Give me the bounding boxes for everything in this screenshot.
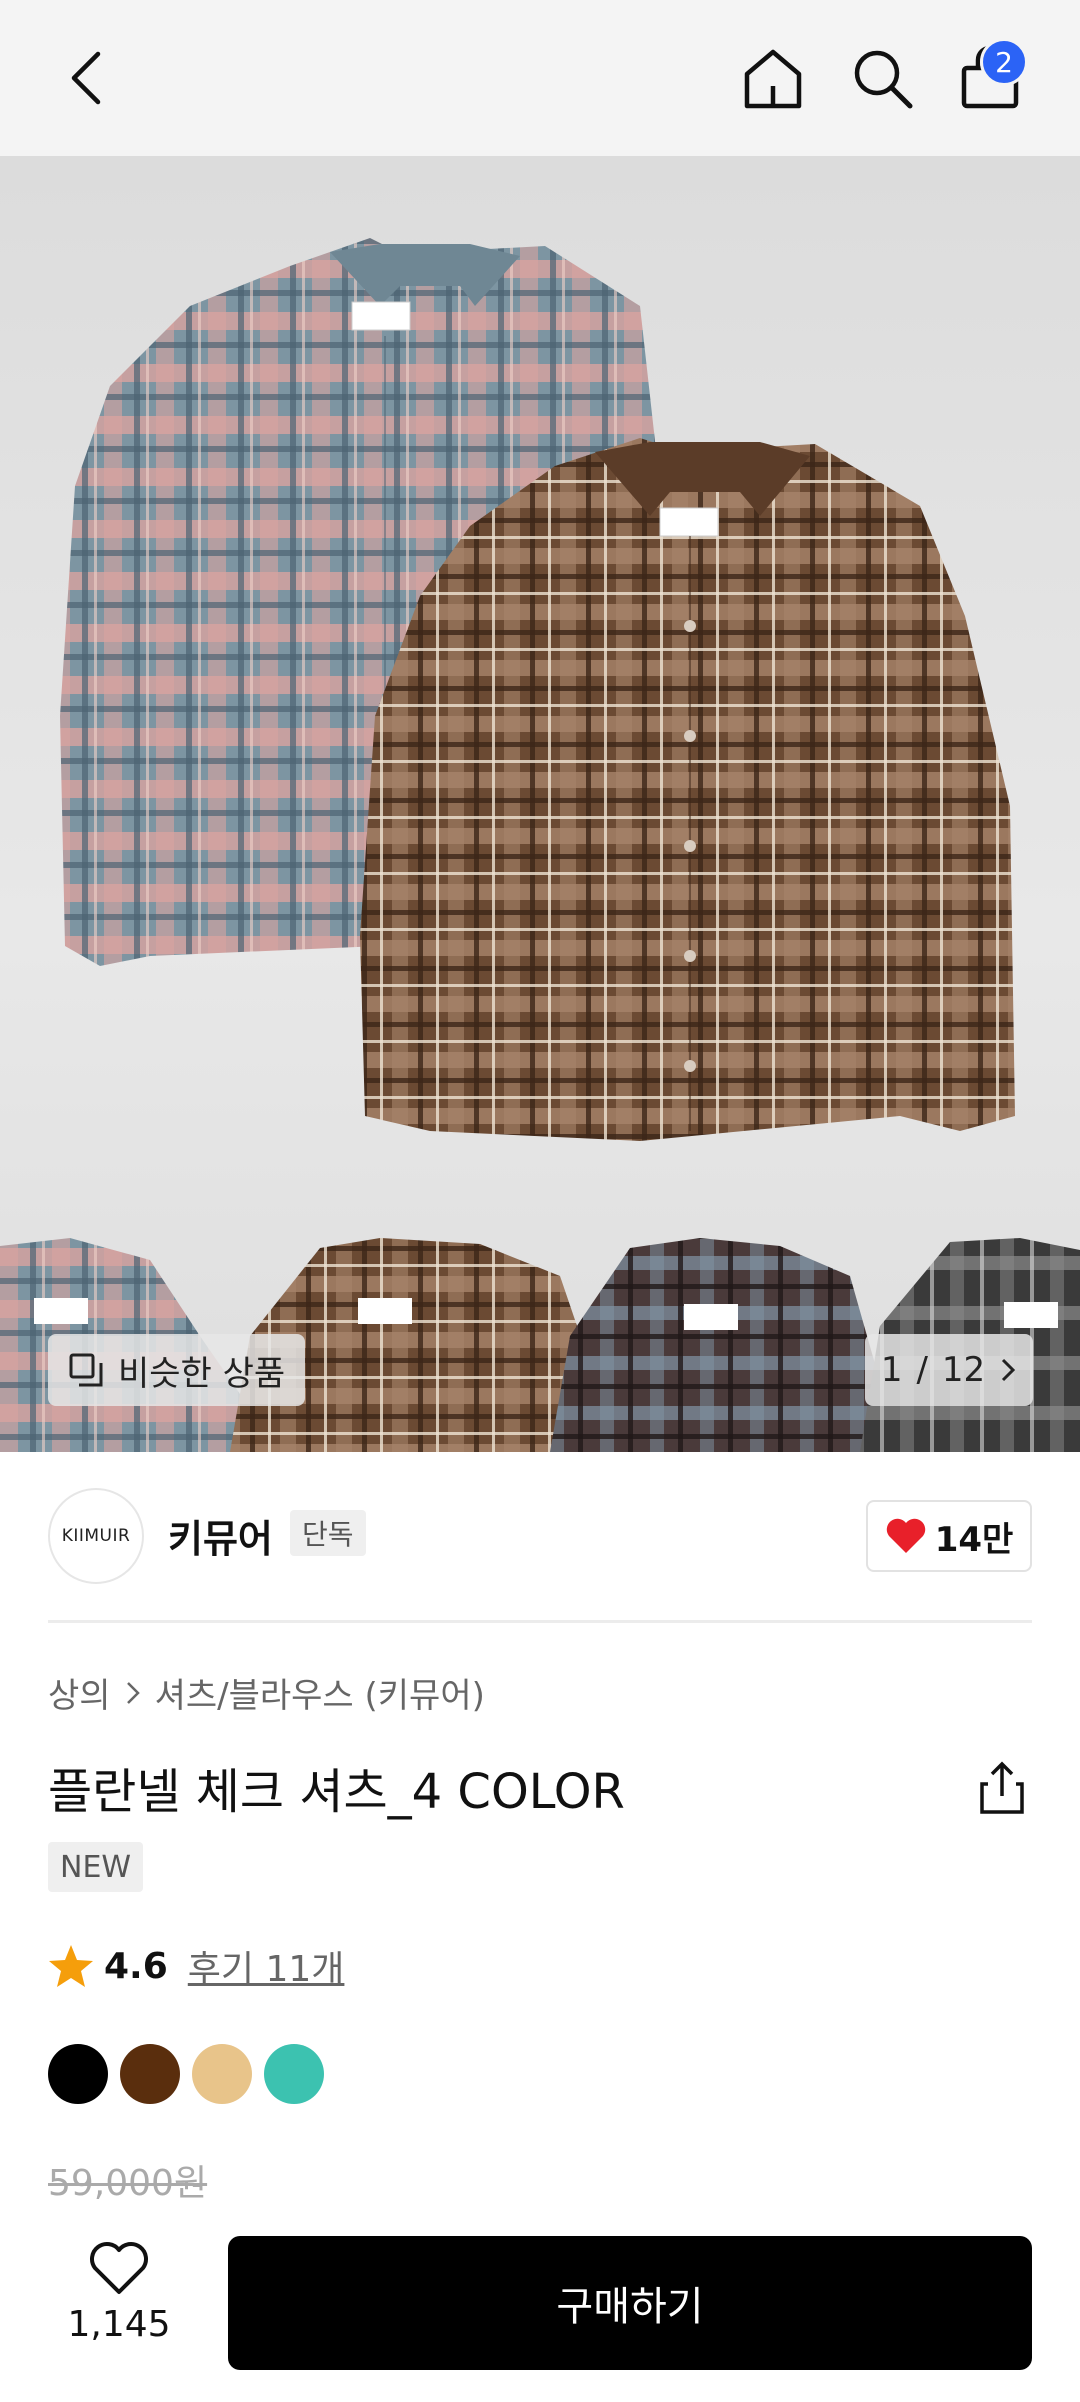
exclusive-badge: 단독 — [290, 1510, 366, 1556]
cart-count-badge: 2 — [980, 38, 1028, 86]
brand-like-button[interactable]: 14만 — [866, 1500, 1032, 1572]
share-button[interactable] — [972, 1758, 1032, 1818]
wishlist-button[interactable]: 1,145 — [58, 2240, 180, 2370]
reviews-link[interactable]: 후기 11개 — [188, 1940, 345, 1992]
gallery-page-indicator[interactable]: 1 / 12 — [865, 1334, 1033, 1406]
rating-score: 4.6 — [104, 1945, 168, 1987]
original-price: 59,000원 — [48, 2163, 208, 2204]
breadcrumb-category[interactable]: 상의 — [48, 1668, 111, 1717]
product-photo — [0, 238, 1080, 1452]
product-image-gallery[interactable] — [0, 156, 1080, 1452]
home-icon — [744, 49, 802, 109]
brand-like-count: 14만 — [934, 1519, 1014, 1560]
wishlist-count: 1,145 — [67, 2304, 171, 2345]
buy-button[interactable]: 구매하기 — [228, 2236, 1032, 2370]
heart-outline-icon — [90, 2242, 148, 2294]
brand-logo[interactable]: KIIMUIR — [48, 1488, 144, 1584]
color-swatches — [48, 2044, 324, 2104]
color-swatch-beige[interactable] — [192, 2044, 252, 2104]
color-swatch-black[interactable] — [48, 2044, 108, 2104]
cart-button[interactable]: 2 — [950, 38, 1030, 118]
chevron-right-icon — [126, 1681, 140, 1704]
back-button[interactable] — [46, 38, 126, 118]
home-button[interactable] — [733, 38, 813, 118]
breadcrumb: 상의 셔츠/블라우스 (키뮤어) — [48, 1668, 485, 1717]
bottom-action-bar: 1,145 구매하기 — [0, 2222, 1080, 2402]
search-icon — [854, 50, 913, 109]
product-title: 플란넬 체크 셔츠_4 COLOR — [48, 1764, 625, 1820]
page-current: 1 — [880, 1350, 903, 1390]
similar-products-label: 비슷한 상품 — [118, 1353, 286, 1394]
brand-name[interactable]: 키뮤어 — [168, 1508, 273, 1563]
color-swatch-mint[interactable] — [264, 2044, 324, 2104]
page-separator: / — [916, 1350, 928, 1390]
page-total: 12 — [941, 1350, 986, 1390]
search-button[interactable] — [842, 38, 922, 118]
similar-items-icon — [69, 1353, 103, 1387]
share-icon — [980, 1761, 1024, 1814]
brand-row: KIIMUIR 키뮤어 단독 14만 — [0, 1452, 1080, 1620]
rating-row[interactable]: 4.6 후기 11개 — [48, 1940, 344, 1992]
brand-logo-text: KIIMUIR — [61, 1526, 131, 1546]
breadcrumb-subcategory[interactable]: 셔츠/블라우스 (키뮤어) — [155, 1668, 485, 1717]
divider — [48, 1620, 1032, 1623]
chevron-right-icon — [1002, 1358, 1016, 1382]
top-app-bar: 2 — [0, 0, 1080, 156]
star-icon — [49, 1945, 93, 1987]
back-arrow-icon — [71, 51, 101, 105]
color-swatch-brown[interactable] — [120, 2044, 180, 2104]
new-badge: NEW — [48, 1842, 144, 1892]
heart-filled-icon — [886, 1518, 925, 1553]
similar-products-button[interactable]: 비슷한 상품 — [48, 1334, 306, 1406]
